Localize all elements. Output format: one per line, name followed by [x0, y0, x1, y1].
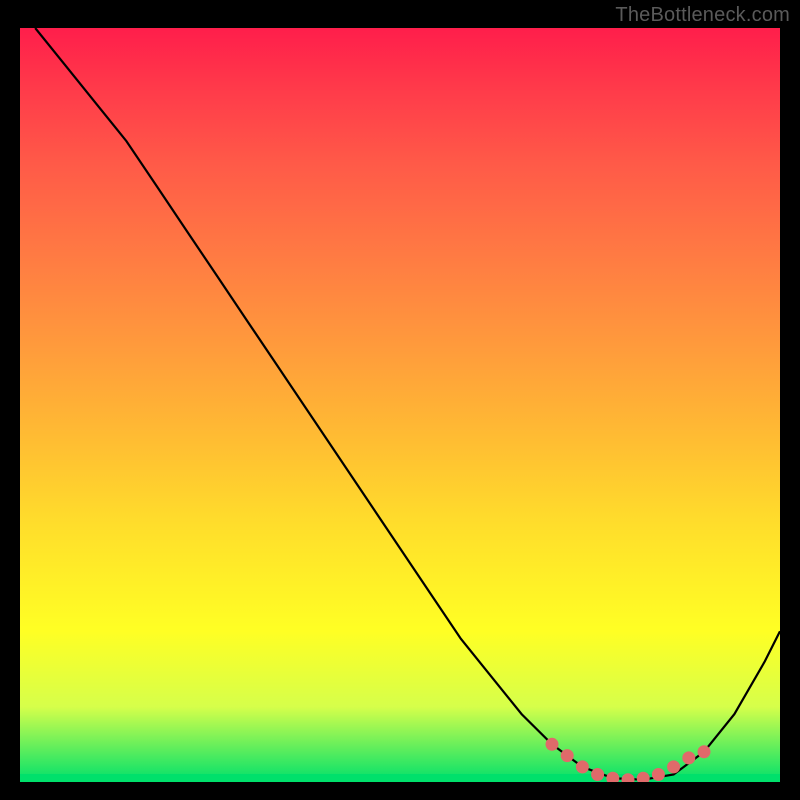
sweet-spot-dot [546, 738, 559, 751]
sweet-spot-dot [698, 745, 711, 758]
sweet-spot-dot [622, 773, 635, 782]
curve-layer [20, 28, 780, 782]
plot-area [20, 28, 780, 782]
bottleneck-curve [35, 28, 780, 780]
chart-frame: TheBottleneck.com [0, 0, 800, 800]
sweet-spot-dot [591, 768, 604, 781]
sweet-spot-dot [576, 760, 589, 773]
sweet-spot-dot [561, 749, 574, 762]
sweet-spot-dot [606, 772, 619, 782]
sweet-spot-markers [546, 738, 711, 782]
sweet-spot-dot [682, 751, 695, 764]
watermark-label: TheBottleneck.com [615, 4, 790, 27]
sweet-spot-dot [637, 772, 650, 782]
sweet-spot-dot [652, 768, 665, 781]
sweet-spot-dot [667, 760, 680, 773]
